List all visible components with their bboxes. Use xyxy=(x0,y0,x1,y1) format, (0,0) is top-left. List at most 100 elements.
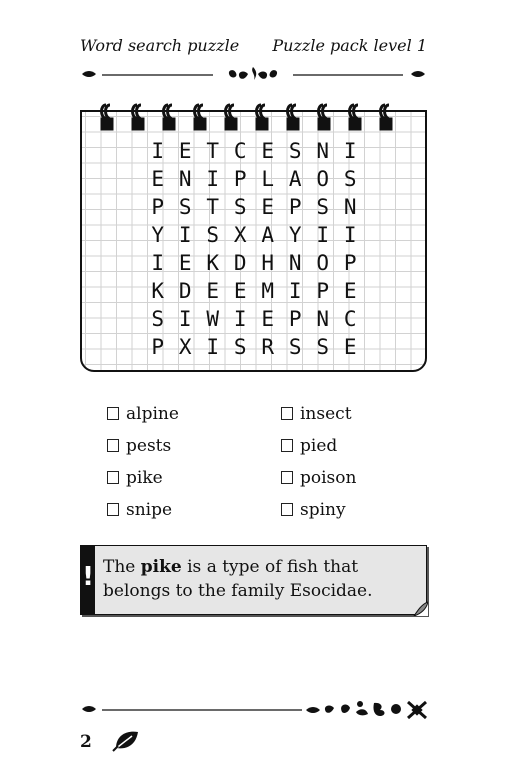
grid-letter: N xyxy=(316,139,330,163)
grid-letter: A xyxy=(288,167,302,191)
grid-letter: T xyxy=(206,139,220,163)
grid-letter: E xyxy=(343,335,357,359)
grid-letter: N xyxy=(316,307,330,331)
grid-letter: N xyxy=(178,167,192,191)
grid-letter: I xyxy=(151,139,165,163)
grid-letter: X xyxy=(233,223,247,247)
grid-letter: E xyxy=(233,279,247,303)
grid-row: IEKDHNOP xyxy=(144,249,366,277)
grid-letter: S xyxy=(151,307,165,331)
grid-letter: E xyxy=(261,139,275,163)
word-label: insect xyxy=(300,404,352,424)
word-label: alpine xyxy=(126,404,179,424)
grid-row: SIWIEPNC xyxy=(144,305,366,333)
note-text-start: The xyxy=(103,557,141,577)
grid-letter: E xyxy=(261,195,275,219)
grid-letter: P xyxy=(288,195,302,219)
word-item[interactable]: pike xyxy=(107,468,163,488)
grid-letter: C xyxy=(233,139,247,163)
exclamation-icon: ! xyxy=(82,562,94,592)
grid-letter: P xyxy=(316,279,330,303)
grid-letter: S xyxy=(288,139,302,163)
grid-letter: S xyxy=(316,195,330,219)
grid-row: PSTSEPSN xyxy=(144,193,366,221)
grid-letter: S xyxy=(343,167,357,191)
top-ornament-divider xyxy=(82,67,425,80)
checkbox-icon[interactable] xyxy=(281,503,293,516)
grid-letter: S xyxy=(178,195,192,219)
word-item[interactable]: insect xyxy=(281,404,352,424)
grid-letter: D xyxy=(233,251,247,275)
grid-letter: K xyxy=(206,251,220,275)
checkbox-icon[interactable] xyxy=(107,407,119,420)
grid-letter: L xyxy=(261,167,275,191)
grid-letter: S xyxy=(233,195,247,219)
grid-letter: C xyxy=(343,307,357,331)
page-curl-icon xyxy=(413,601,428,616)
note-keyword: pike xyxy=(140,557,182,577)
grid-letter: D xyxy=(178,279,192,303)
grid-letter: T xyxy=(206,195,220,219)
grid-row: YISXAYII xyxy=(144,221,366,249)
grid-letter: E xyxy=(151,167,165,191)
word-label: pied xyxy=(300,436,338,456)
grid-letter: M xyxy=(261,279,275,303)
word-item[interactable]: pests xyxy=(107,436,171,456)
grid-letter: R xyxy=(261,335,275,359)
word-label: poison xyxy=(300,468,357,488)
grid-letter: E xyxy=(261,307,275,331)
grid-row: KDEEMIPE xyxy=(144,277,366,305)
word-item[interactable]: poison xyxy=(281,468,356,488)
fact-note: ! The pike is a type of fish that belong… xyxy=(80,545,428,616)
grid-letter: K xyxy=(151,279,165,303)
word-item[interactable]: spiny xyxy=(281,500,346,520)
word-label: snipe xyxy=(126,500,173,520)
puzzle-title: Word search puzzle xyxy=(80,36,240,55)
puzzle-level: Puzzle pack level 1 xyxy=(272,36,427,55)
grid-letter: P xyxy=(343,251,357,275)
checkbox-icon[interactable] xyxy=(107,503,119,516)
checkbox-icon[interactable] xyxy=(281,407,293,420)
grid-letter: W xyxy=(206,307,220,331)
grid-letter: I xyxy=(206,167,220,191)
checkbox-icon[interactable] xyxy=(281,471,293,484)
page-number: 2 xyxy=(80,732,92,752)
checkbox-icon[interactable] xyxy=(107,471,119,484)
grid-letter: I xyxy=(343,139,357,163)
word-label: spiny xyxy=(300,500,346,520)
grid-letter: Y xyxy=(151,223,165,247)
note-text: The pike is a type of fish that belongs … xyxy=(103,555,416,603)
grid-letter: Y xyxy=(288,223,302,247)
grid-letter: I xyxy=(206,335,220,359)
grid-letter: E xyxy=(178,139,192,163)
grid-letter: H xyxy=(261,251,275,275)
spiral-binding xyxy=(100,103,393,131)
checkbox-icon[interactable] xyxy=(107,439,119,452)
word-item[interactable]: snipe xyxy=(107,500,172,520)
grid-letter: E xyxy=(343,279,357,303)
checkbox-icon[interactable] xyxy=(281,439,293,452)
grid-letter: I xyxy=(288,279,302,303)
grid-letter: X xyxy=(178,335,192,359)
grid-letter: I xyxy=(316,223,330,247)
word-label: pests xyxy=(126,436,172,456)
grid-letter: I xyxy=(178,223,192,247)
grid-letter: P xyxy=(288,307,302,331)
letter-grid: IETCESNIENIPLAOSPSTSEPSNYISXAYIIIEKDHNOP… xyxy=(144,137,366,361)
grid-letter: S xyxy=(233,335,247,359)
grid-letter: N xyxy=(288,251,302,275)
grid-letter: S xyxy=(206,223,220,247)
grid-letter: N xyxy=(343,195,357,219)
grid-row: PXISRSSE xyxy=(144,333,366,361)
grid-letter: S xyxy=(288,335,302,359)
leaf-icon xyxy=(112,731,138,752)
grid-letter: E xyxy=(178,251,192,275)
grid-letter: I xyxy=(233,307,247,331)
word-item[interactable]: pied xyxy=(281,436,337,456)
grid-row: IETCESNI xyxy=(144,137,366,165)
grid-letter: O xyxy=(316,167,330,191)
grid-letter: I xyxy=(151,251,165,275)
word-item[interactable]: alpine xyxy=(107,404,179,424)
page-header: Word search puzzle Puzzle pack level 1 xyxy=(80,36,427,58)
grid-letter: S xyxy=(316,335,330,359)
